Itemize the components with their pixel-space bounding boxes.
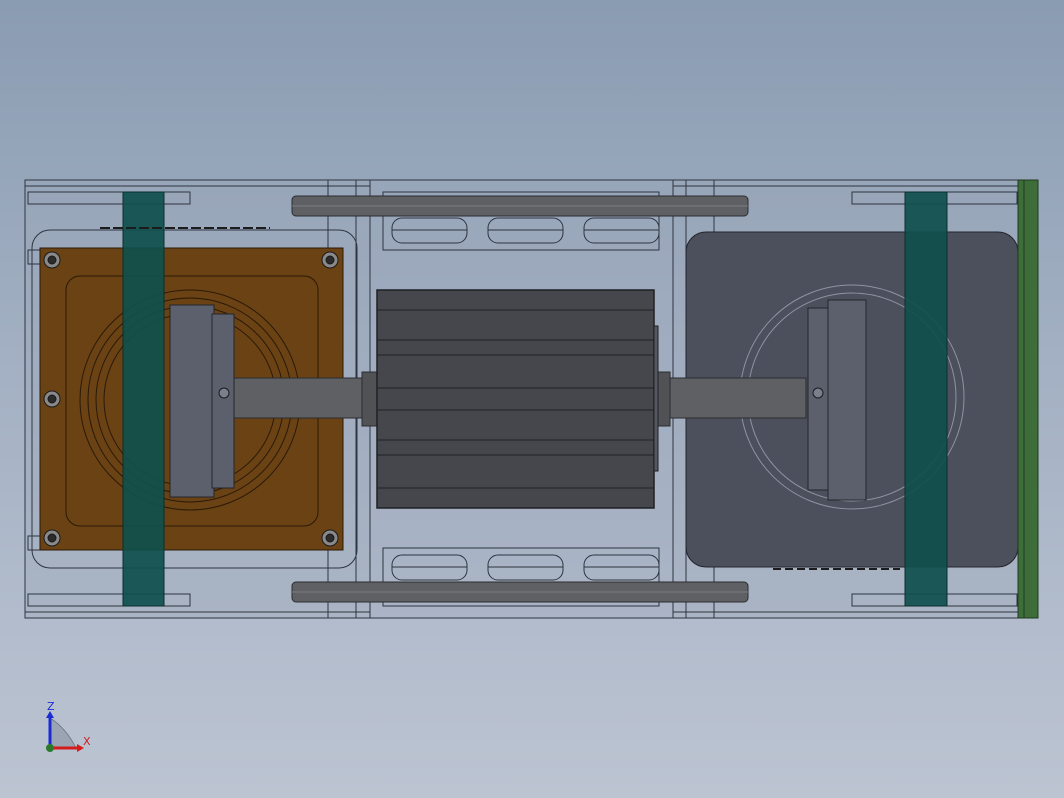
center-motor[interactable] [376, 289, 659, 509]
z-axis-label: Z [47, 700, 55, 713]
right-teal-clamp[interactable] [904, 191, 948, 607]
x-axis-label: X [83, 735, 91, 748]
triad-origin-icon [46, 744, 54, 752]
cad-viewport[interactable]: Z X [0, 0, 1064, 798]
lower-tie-rod[interactable] [291, 581, 749, 603]
green-board[interactable] [1017, 179, 1039, 619]
upper-tie-rod[interactable] [291, 195, 749, 217]
left-teal-clamp[interactable] [122, 191, 165, 607]
triad-plane-icon [49, 717, 77, 749]
orientation-triad: Z X [46, 700, 91, 752]
